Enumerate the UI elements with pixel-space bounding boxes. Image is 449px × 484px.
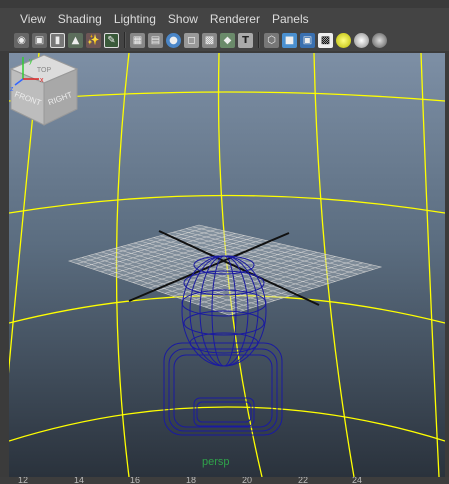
time-ruler[interactable]: 12 14 16 18 20 22 24 — [0, 477, 449, 484]
wireframe-icon[interactable]: ⬡ — [264, 32, 279, 48]
toolbar-separator — [258, 32, 260, 48]
shadows-icon[interactable] — [354, 32, 369, 48]
menu-panels[interactable]: Panels — [266, 8, 315, 30]
svg-text:x: x — [40, 77, 44, 84]
menu-shading[interactable]: Shading — [52, 8, 108, 30]
grid-icon[interactable]: ▦ — [130, 32, 145, 48]
svg-text:y: y — [29, 58, 33, 65]
bookmark-icon[interactable]: ▮ — [50, 32, 65, 48]
two-d-pan-zoom-icon[interactable]: ✨ — [86, 32, 101, 48]
perspective-viewport[interactable]: TOP FRONT RIGHT y x z persp — [9, 53, 445, 477]
toolbar-separator — [124, 32, 126, 48]
smooth-shade-icon[interactable]: ■ — [282, 32, 297, 48]
menu-view[interactable]: View — [14, 8, 52, 30]
film-gate-icon[interactable]: ▤ — [148, 32, 163, 48]
menu-renderer[interactable]: Renderer — [204, 8, 266, 30]
grease-pencil-icon[interactable]: ✎ — [104, 32, 119, 48]
gate-mask-icon[interactable]: ◻ — [184, 32, 199, 48]
ruler-tick: 18 — [186, 477, 197, 484]
svg-text:z: z — [10, 86, 14, 93]
ruler-tick: 16 — [130, 477, 141, 484]
ruler-tick: 20 — [242, 477, 253, 484]
ambient-occlusion-icon[interactable] — [372, 32, 387, 48]
ruler-tick: 14 — [74, 477, 85, 484]
select-camera-icon[interactable]: ◉ — [14, 32, 29, 48]
camera-attributes-icon[interactable]: ▣ — [32, 32, 47, 48]
checker-icon[interactable]: ▩ — [318, 32, 333, 48]
use-lights-icon[interactable] — [336, 32, 351, 48]
menu-show[interactable]: Show — [162, 8, 204, 30]
textured-icon[interactable]: ▣ — [300, 32, 315, 48]
panel-toolbar: ◉ ▣ ▮ ▲ ✨ ✎ ▦ ▤ ● ◻ ▩ ◆ T ⬡ ■ ▣ ▩ — [0, 29, 449, 51]
image-plane-icon[interactable]: ▲ — [68, 32, 83, 48]
resolution-gate-icon[interactable]: ● — [166, 32, 181, 48]
menu-lighting[interactable]: Lighting — [108, 8, 162, 30]
safe-title-icon[interactable]: ◆ — [220, 32, 235, 48]
axis-indicator: y x z — [10, 57, 44, 93]
safe-action-icon[interactable]: T — [238, 32, 253, 48]
ruler-tick: 12 — [18, 477, 29, 484]
ruler-tick: 22 — [298, 477, 309, 484]
ruler-tick: 24 — [352, 477, 363, 484]
field-chart-icon[interactable]: ▩ — [202, 32, 217, 48]
panel-menu-bar: View Shading Lighting Show Renderer Pane… — [0, 8, 449, 30]
camera-name-label: persp — [202, 456, 230, 468]
